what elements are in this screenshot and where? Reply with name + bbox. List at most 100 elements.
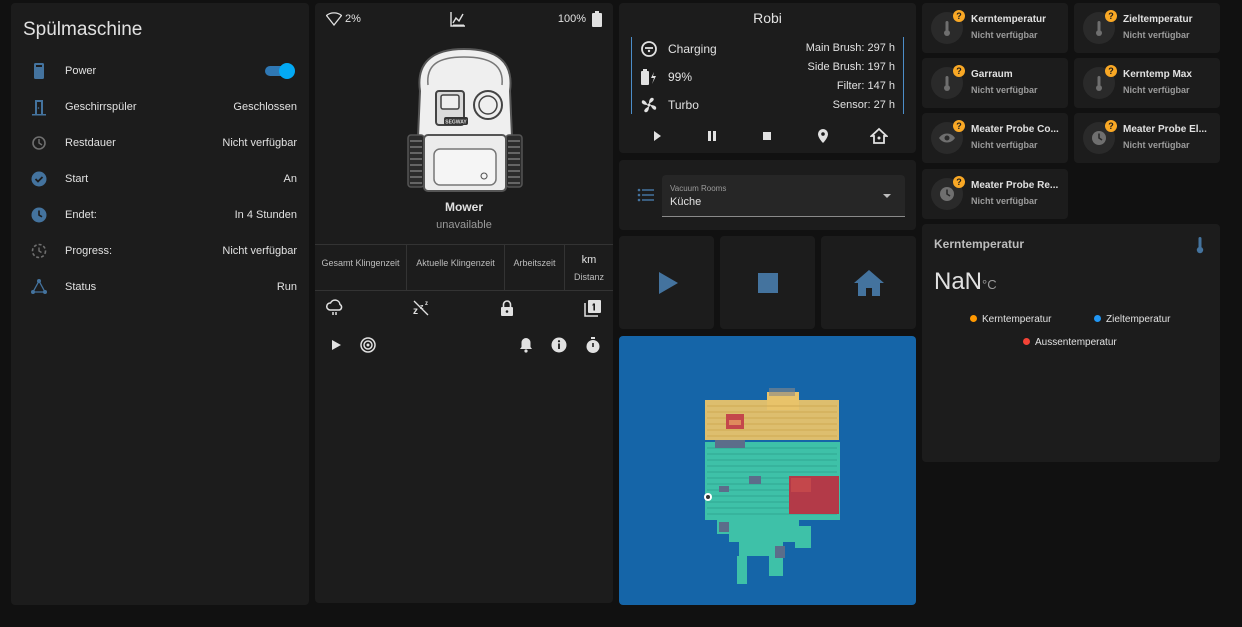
entity-row-start[interactable]: Start An: [11, 163, 309, 199]
legend-item[interactable]: Zieltemperatur: [1094, 314, 1170, 325]
pause-icon[interactable]: [703, 127, 721, 145]
home-button[interactable]: [821, 236, 916, 329]
entity-label: Endet:: [65, 209, 97, 221]
mower-card: 2% 100% SEGWAY Mower unavailable Gesamt …: [315, 3, 613, 603]
unavailable-badge: ?: [953, 176, 965, 188]
battery-charging-icon: [640, 68, 658, 86]
mower-logo-text: SEGWAY: [445, 120, 467, 126]
main-brush-hours: Main Brush: 297 h: [805, 42, 895, 54]
entity-row-remaining[interactable]: Restdauer Nicht verfügbar: [11, 127, 309, 163]
lock-icon[interactable]: [497, 298, 517, 318]
entity-row-status[interactable]: Status Run: [11, 271, 309, 307]
play-icon: [659, 272, 678, 294]
legend-dot: [1094, 315, 1101, 322]
information-icon[interactable]: [549, 335, 569, 355]
unavailable-badge: ?: [1105, 120, 1117, 132]
stop-icon[interactable]: [758, 127, 776, 145]
numeric-1-box-multiple-icon[interactable]: [583, 298, 603, 318]
stat-distance: km Distanz: [565, 245, 613, 291]
entity-value: Run: [276, 281, 297, 293]
menu-down-icon[interactable]: [882, 193, 892, 199]
entity-label: Geschirrspüler: [65, 101, 137, 113]
legend-dot: [1023, 338, 1030, 345]
sensor-tile-meater-probe-connected[interactable]: ? Meater Probe Co... Nicht verfügbar: [922, 113, 1068, 163]
unavailable-badge: ?: [953, 65, 965, 77]
power-toggle[interactable]: [265, 63, 295, 79]
map-marker-icon[interactable]: [814, 127, 832, 145]
mower-image: SEGWAY: [406, 45, 524, 193]
legend-label: Kerntemperatur: [982, 314, 1052, 325]
sensor-state: Nicht verfügbar: [1123, 85, 1190, 95]
mower-state: unavailable: [436, 219, 492, 231]
sensor-state: Nicht verfügbar: [971, 140, 1038, 150]
sensor-state: Nicht verfügbar: [1123, 140, 1190, 150]
sensor-state: Nicht verfügbar: [971, 85, 1038, 95]
vacuum-rooms-select[interactable]: Vacuum Rooms Küche: [662, 175, 905, 217]
start-button[interactable]: [619, 236, 714, 329]
entity-row-power[interactable]: Power: [11, 55, 309, 91]
state-machine-icon: [29, 277, 49, 297]
dishwasher-icon: [29, 61, 49, 81]
vacuum-title: Robi: [753, 10, 782, 26]
timer-icon[interactable]: [583, 335, 603, 355]
wifi-icon: [326, 12, 342, 26]
progress-clock-icon: [29, 241, 49, 261]
robot-vacuum-icon: [640, 40, 658, 58]
mower-status-bar: 2% 100%: [315, 3, 613, 33]
vacuum-rooms-card: Vacuum Rooms Küche: [619, 160, 916, 230]
kerntemperatur-graph-card[interactable]: Kerntemperatur NaN°C Kerntemperatur Ziel…: [922, 224, 1220, 462]
battery-icon: [592, 11, 602, 27]
graph-value-number: NaN: [934, 268, 983, 295]
entity-value: Nicht verfügbar: [222, 137, 297, 149]
sleep-off-icon[interactable]: zzz: [411, 298, 431, 318]
legend-dot: [970, 315, 977, 322]
sensor-tile-zieltemperatur[interactable]: ? Zieltemperatur Nicht verfügbar: [1074, 3, 1220, 53]
record-rec-icon[interactable]: [358, 335, 378, 355]
stat-total-blade-time: Gesamt Klingenzeit: [315, 245, 407, 291]
weather-rain-icon[interactable]: [325, 298, 345, 318]
sensor-name: Garraum: [971, 69, 1013, 80]
entity-label: Power: [65, 65, 97, 77]
bell-icon[interactable]: [516, 335, 536, 355]
mower-icon-row: zzz: [315, 295, 613, 325]
entity-label: Restdauer: [65, 137, 116, 149]
stop-button[interactable]: [720, 236, 815, 329]
sensor-tile-meater-probe-elapsed[interactable]: ? Meater Probe El... Nicht verfügbar: [1074, 113, 1220, 163]
entity-label: Progress:: [65, 245, 113, 257]
sensor-state: Nicht verfügbar: [971, 30, 1038, 40]
graph-value: NaN°C: [934, 268, 997, 296]
play-icon[interactable]: [648, 127, 666, 145]
entity-label: Start: [65, 173, 89, 185]
sensor-state: Nicht verfügbar: [971, 196, 1038, 206]
home-map-marker-icon[interactable]: [870, 127, 888, 145]
sensor-tile-meater-probe-remaining[interactable]: ? Meater Probe Re... Nicht verfügbar: [922, 169, 1068, 219]
stat-label: Distanz: [573, 272, 604, 282]
entity-row-door[interactable]: Geschirrspüler Geschlossen: [11, 91, 309, 127]
unavailable-badge: ?: [1105, 65, 1117, 77]
unavailable-badge: ?: [953, 120, 965, 132]
legend-item[interactable]: Kerntemperatur: [970, 314, 1051, 325]
filter-hours: Filter: 147 h: [836, 80, 895, 92]
vacuum-battery: 99%: [668, 70, 693, 84]
format-list-bulleted-icon: [637, 188, 655, 202]
entity-row-progress[interactable]: Progress: Nicht verfügbar: [11, 235, 309, 271]
graph-value-unit: °C: [982, 277, 997, 292]
sensor-tile-kerntemperatur[interactable]: ? Kerntemperatur Nicht verfügbar: [922, 3, 1068, 53]
legend-label: Aussentemperatur: [1035, 337, 1117, 348]
chart-icon[interactable]: [450, 11, 466, 27]
card-title: Spülmaschine: [23, 19, 143, 40]
sensor-name: Kerntemp Max: [1123, 69, 1192, 80]
floor-map-image: [704, 388, 840, 584]
sensor-state: Nicht verfügbar: [1123, 30, 1190, 40]
vacuum-map[interactable]: [619, 336, 916, 605]
entity-row-ends[interactable]: Endet: In 4 Stunden: [11, 199, 309, 235]
stat-work-time: Arbeitszeit: [505, 245, 565, 291]
sensor-tile-garraum[interactable]: ? Garraum Nicht verfügbar: [922, 58, 1068, 108]
sensor-hours: Sensor: 27 h: [832, 99, 895, 111]
sensor-tile-kerntemp-max[interactable]: ? Kerntemp Max Nicht verfügbar: [1074, 58, 1220, 108]
entity-value: An: [283, 173, 297, 185]
play-icon[interactable]: [326, 335, 346, 355]
legend-item[interactable]: Aussentemperatur: [1023, 337, 1117, 348]
stat-current-blade-time: Aktuelle Klingenzeit: [407, 245, 505, 291]
dishwasher-card: Spülmaschine Power Geschirrspüler Geschl…: [11, 3, 309, 605]
